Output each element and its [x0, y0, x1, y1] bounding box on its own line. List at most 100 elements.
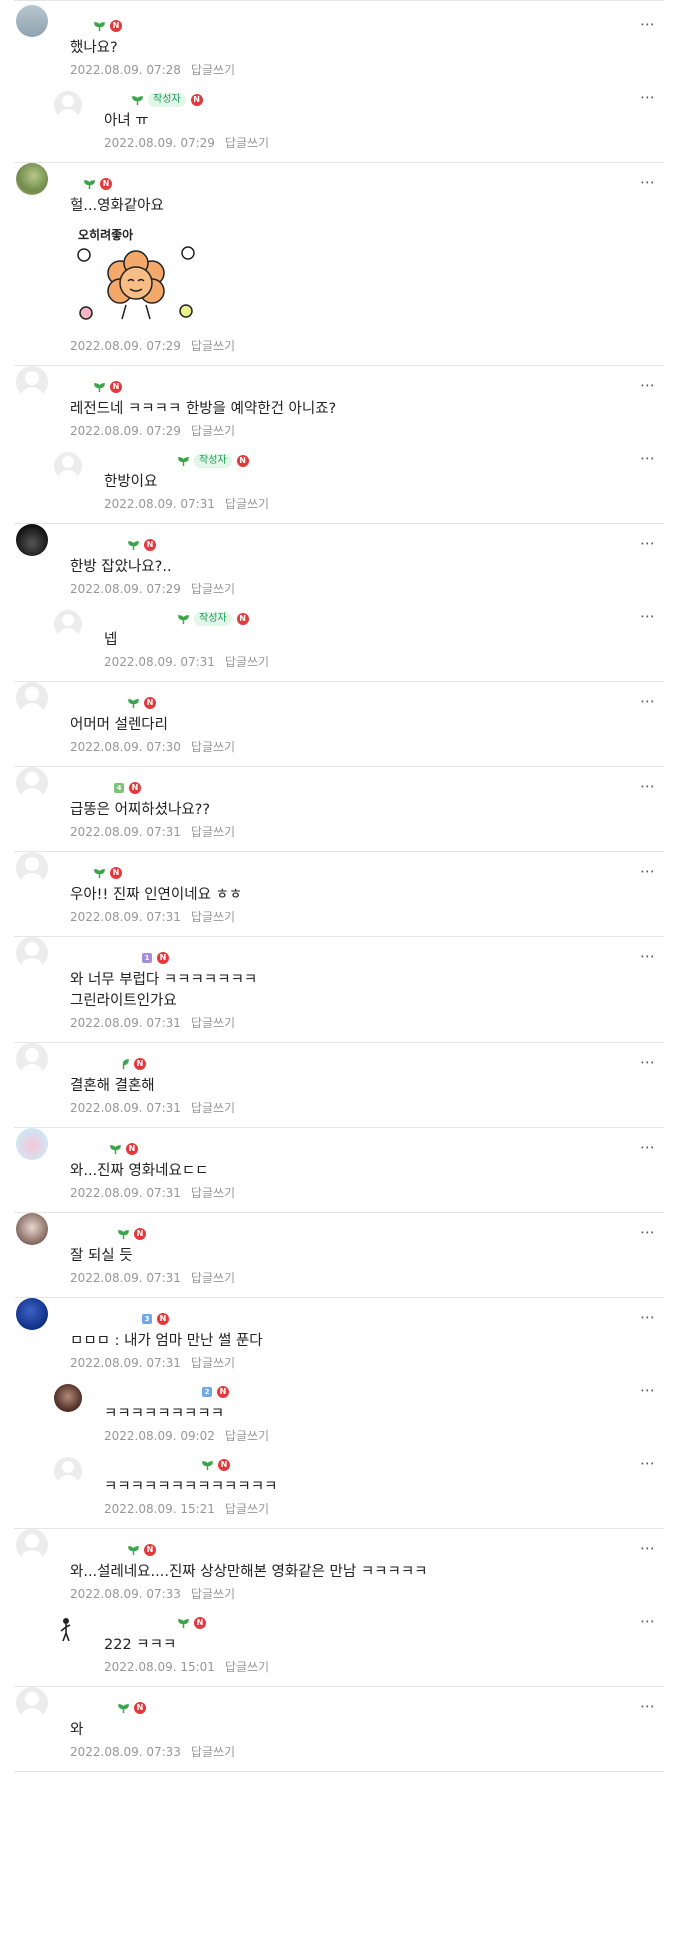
more-options-button[interactable]: ⋯: [640, 694, 656, 709]
reply-button[interactable]: 답글쓰기: [225, 136, 269, 150]
new-badge-icon: N: [110, 20, 122, 32]
avatar[interactable]: [16, 682, 48, 714]
avatar[interactable]: [16, 767, 48, 799]
more-options-button[interactable]: ⋯: [640, 609, 656, 624]
sprout-icon: [118, 1703, 129, 1713]
avatar[interactable]: [54, 1457, 82, 1485]
comment-item: N ⋯ 결혼해 결혼해 2022.08.09. 07:31 답글쓰기: [14, 1043, 664, 1128]
avatar[interactable]: [16, 5, 48, 37]
reply-button[interactable]: 답글쓰기: [191, 910, 235, 924]
reply-item: 작성자 N ⋯ 넵 2022.08.09. 07:31 답글쓰기: [14, 598, 664, 671]
reply-date: 2022.08.09. 09:02: [104, 1429, 215, 1443]
more-options-button[interactable]: ⋯: [640, 378, 656, 393]
avatar[interactable]: [16, 1687, 48, 1719]
reply-button[interactable]: 답글쓰기: [191, 1016, 235, 1030]
more-options-button[interactable]: ⋯: [640, 949, 656, 964]
avatar[interactable]: [16, 524, 48, 556]
reply-button[interactable]: 답글쓰기: [225, 497, 269, 511]
avatar[interactable]: [16, 852, 48, 884]
sprout-icon: [128, 698, 139, 708]
avatar[interactable]: [16, 366, 48, 398]
avatar[interactable]: [16, 1213, 48, 1245]
reply-button[interactable]: 답글쓰기: [191, 1745, 235, 1759]
more-options-button[interactable]: ⋯: [640, 1614, 656, 1629]
more-options-button[interactable]: ⋯: [640, 779, 656, 794]
avatar[interactable]: [54, 610, 82, 638]
comment-date: 2022.08.09. 07:31: [70, 910, 181, 924]
avatar[interactable]: [16, 163, 48, 195]
comment-text: 레전드네 ㅋㅋㅋㅋ 한방을 예약한건 아니죠?: [70, 401, 337, 417]
avatar[interactable]: [16, 1529, 48, 1561]
reply-button[interactable]: 답글쓰기: [191, 424, 235, 438]
new-badge-icon: N: [157, 1313, 169, 1325]
more-options-button[interactable]: ⋯: [640, 864, 656, 879]
reply-text: ㅋㅋㅋㅋㅋㅋㅋㅋㅋㅋㅋㅋㅋ: [104, 1479, 278, 1495]
comment-text: 한방 잡았나요?..: [70, 559, 172, 575]
more-options-button[interactable]: ⋯: [640, 1055, 656, 1070]
comment-item: N ⋯ 우아!! 진짜 인연이네요 ㅎㅎ 2022.08.09. 07:31 답글…: [14, 852, 664, 937]
reply-button[interactable]: 답글쓰기: [191, 1271, 235, 1285]
new-badge-icon: N: [217, 1386, 229, 1398]
reply-text: 한방이요: [104, 474, 158, 490]
level-badge-icon: 3: [142, 1314, 152, 1324]
comment-text: 와...설레네요....진짜 상상만해본 영화같은 만남 ㅋㅋㅋㅋㅋ: [70, 1564, 428, 1580]
more-options-button[interactable]: ⋯: [640, 1699, 656, 1714]
more-options-button[interactable]: ⋯: [640, 451, 656, 466]
comment-item: 4 N ⋯ 급똥은 어찌하셨나요?? 2022.08.09. 07:31 답글쓰기: [14, 767, 664, 852]
more-options-button[interactable]: ⋯: [640, 17, 656, 32]
avatar[interactable]: [54, 1615, 82, 1643]
sprout-icon: [178, 456, 189, 466]
comment-text: 어머머 설렌다리: [70, 717, 168, 733]
new-badge-icon: N: [144, 1544, 156, 1556]
reply-button[interactable]: 답글쓰기: [225, 1429, 269, 1443]
reply-date: 2022.08.09. 07:31: [104, 655, 215, 669]
more-options-button[interactable]: ⋯: [640, 1310, 656, 1325]
reply-date: 2022.08.09. 07:31: [104, 497, 215, 511]
comment-date: 2022.08.09. 07:31: [70, 1016, 181, 1030]
more-options-button[interactable]: ⋯: [640, 90, 656, 105]
more-options-button[interactable]: ⋯: [640, 1140, 656, 1155]
more-options-button[interactable]: ⋯: [640, 1456, 656, 1471]
reply-button[interactable]: 답글쓰기: [191, 740, 235, 754]
reply-button[interactable]: 답글쓰기: [191, 825, 235, 839]
more-options-button[interactable]: ⋯: [640, 1225, 656, 1240]
reply-button[interactable]: 답글쓰기: [225, 1502, 269, 1516]
avatar[interactable]: [16, 1128, 48, 1160]
reply-item: N ⋯ ㅋㅋㅋㅋㅋㅋㅋㅋㅋㅋㅋㅋㅋ 2022.08.09. 15:21 답글쓰기: [14, 1445, 664, 1518]
comment-item: N ⋯ 했나요? 2022.08.09. 07:28 답글쓰기 작성자 N ⋯ 아…: [14, 5, 664, 163]
reply-button[interactable]: 답글쓰기: [225, 655, 269, 669]
reply-item: 작성자 N ⋯ 아녀 ㅠ 2022.08.09. 07:29 답글쓰기: [14, 79, 664, 152]
avatar[interactable]: [54, 452, 82, 480]
new-badge-icon: N: [100, 178, 112, 190]
reply-button[interactable]: 답글쓰기: [191, 582, 235, 596]
comment-item: N ⋯ 한방 잡았나요?.. 2022.08.09. 07:29 답글쓰기 작성자…: [14, 524, 664, 682]
comment-text: 와: [70, 1722, 84, 1738]
reply-button[interactable]: 답글쓰기: [191, 1186, 235, 1200]
reply-button[interactable]: 답글쓰기: [191, 1101, 235, 1115]
comment-date: 2022.08.09. 07:33: [70, 1745, 181, 1759]
avatar[interactable]: [54, 1384, 82, 1412]
new-badge-icon: N: [236, 455, 249, 467]
more-options-button[interactable]: ⋯: [640, 1383, 656, 1398]
avatar[interactable]: [16, 1298, 48, 1330]
comment-item: N ⋯ 헐...영화같아요 오히려좋아 2022.08.09. 07:29 답글…: [14, 163, 664, 366]
reply-button[interactable]: 답글쓰기: [191, 1356, 235, 1370]
new-badge-icon: N: [218, 1459, 230, 1471]
more-options-button[interactable]: ⋯: [640, 536, 656, 551]
avatar[interactable]: [54, 91, 82, 119]
new-badge-icon: N: [144, 697, 156, 709]
comment-item: N ⋯ 어머머 설렌다리 2022.08.09. 07:30 답글쓰기: [14, 682, 664, 767]
reply-button[interactable]: 답글쓰기: [191, 63, 235, 77]
new-badge-icon: N: [157, 952, 169, 964]
avatar[interactable]: [16, 1043, 48, 1075]
sprout-icon: [128, 1545, 139, 1555]
more-options-button[interactable]: ⋯: [640, 1541, 656, 1556]
level-badge-icon: 2: [202, 1387, 212, 1397]
comment-date: 2022.08.09. 07:31: [70, 1101, 181, 1115]
reply-button[interactable]: 답글쓰기: [225, 1660, 269, 1674]
sticker-caption: 오히려좋아: [78, 227, 133, 242]
reply-button[interactable]: 답글쓰기: [191, 1587, 235, 1601]
reply-button[interactable]: 답글쓰기: [191, 339, 235, 353]
avatar[interactable]: [16, 937, 48, 969]
more-options-button[interactable]: ⋯: [640, 175, 656, 190]
